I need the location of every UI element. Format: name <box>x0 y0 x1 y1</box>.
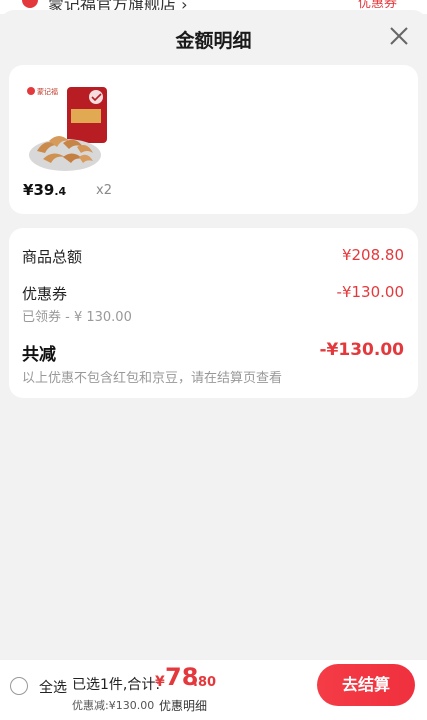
checkout-bar: 全选 已选1件,合计: ¥ 78 .80 优惠减:¥130.00 优惠明细 去结… <box>0 660 427 720</box>
price-integer: 39 <box>33 181 55 199</box>
total-reduction-label: 共减 <box>22 345 56 365</box>
total-currency: ¥ <box>155 674 165 690</box>
product-price: ¥39.4 <box>23 181 66 199</box>
amount-detail-sheet: 金额明细 蒙记福 ¥39.4 x2 商品总额 ¥208.80 优惠券 -¥130… <box>0 10 427 660</box>
coupon-sub: 已领券 - ¥ 130.00 <box>22 310 132 325</box>
total-decimal: .80 <box>193 675 217 690</box>
goods-total-label: 商品总额 <box>22 248 83 266</box>
price-currency: ¥ <box>23 181 34 199</box>
coupon-value: -¥130.00 <box>336 283 404 301</box>
discount-summary: 优惠减:¥130.00 <box>72 699 155 712</box>
price-decimal: .4 <box>54 185 67 198</box>
checkout-button[interactable]: 去结算 <box>317 664 415 706</box>
total-reduction-value: -¥130.00 <box>319 340 405 360</box>
select-all-label[interactable]: 全选 <box>39 677 67 697</box>
goods-total-value: ¥208.80 <box>341 246 404 264</box>
select-all-radio[interactable] <box>10 677 28 695</box>
product-card: 蒙记福 ¥39.4 x2 <box>9 65 418 214</box>
discount-detail-link[interactable]: 优惠明细 <box>159 697 207 714</box>
product-image[interactable]: 蒙记福 <box>23 81 119 177</box>
selected-summary: 已选1件,合计: <box>72 677 161 693</box>
product-quantity: x2 <box>96 183 112 198</box>
store-check-icon <box>22 0 38 8</box>
amount-detail-card: 商品总额 ¥208.80 优惠券 -¥130.00 已领券 - ¥ 130.00… <box>9 228 418 398</box>
brand-mark: 蒙记福 <box>37 87 58 96</box>
discount-note: 以上优惠不包含红包和京豆，请在结算页查看 <box>22 371 283 386</box>
close-icon[interactable] <box>387 24 411 48</box>
sheet-title: 金额明细 <box>175 30 252 52</box>
coupon-label: 优惠券 <box>22 285 68 303</box>
